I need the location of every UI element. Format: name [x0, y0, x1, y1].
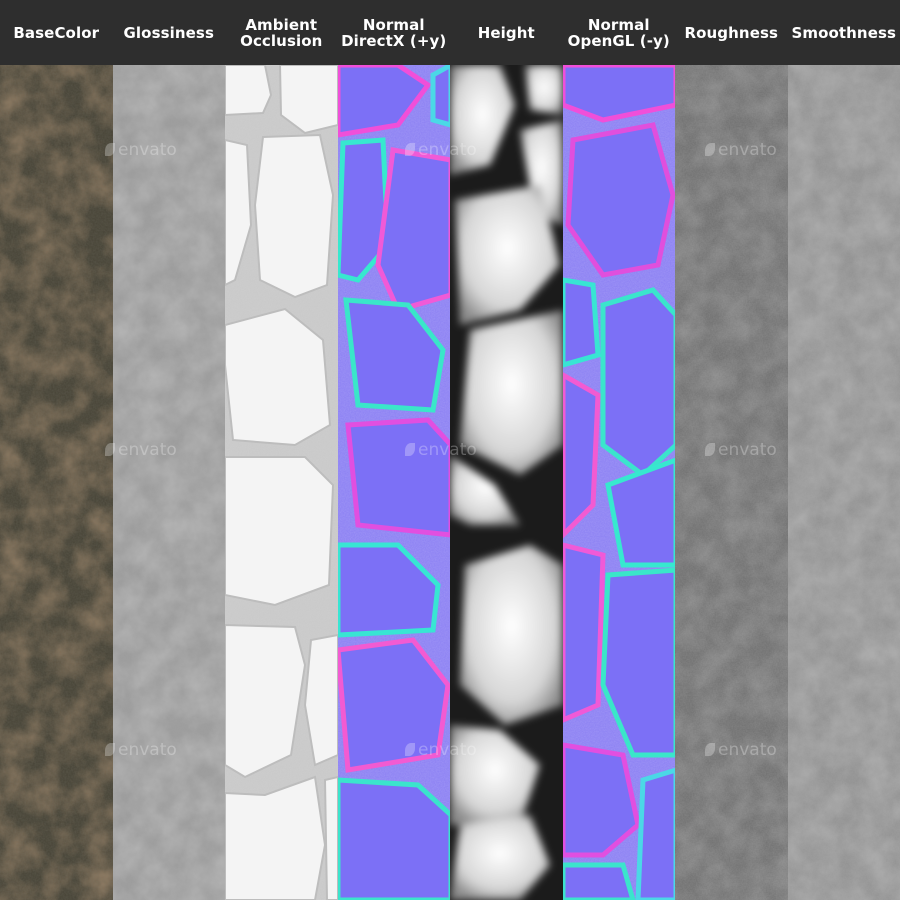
glossiness-strip [112, 65, 225, 900]
normal-opengl-strip [562, 65, 675, 900]
ambient-occlusion-strip [225, 65, 338, 900]
height-strip [450, 65, 563, 900]
header-bar: BaseColor Glossiness Ambient Occlusion N… [0, 0, 900, 65]
basecolor-strip [0, 65, 113, 900]
column-label-normal-directx: Normal DirectX (+y) [341, 15, 447, 50]
roughness-strip [675, 65, 788, 900]
column-label-normal-opengl: Normal OpenGL (-y) [567, 15, 670, 50]
column-label-ambient-occlusion: Ambient Occlusion [240, 15, 323, 50]
normal-directx-strip [337, 65, 450, 900]
column-label-basecolor: BaseColor [13, 23, 100, 42]
column-label-height: Height [477, 23, 535, 42]
texture-strips: envato envato envato envato envato envat… [0, 65, 900, 900]
column-label-smoothness: Smoothness [791, 23, 897, 42]
column-label-glossiness: Glossiness [123, 23, 214, 42]
column-label-roughness: Roughness [684, 23, 779, 42]
smoothness-strip [787, 65, 900, 900]
